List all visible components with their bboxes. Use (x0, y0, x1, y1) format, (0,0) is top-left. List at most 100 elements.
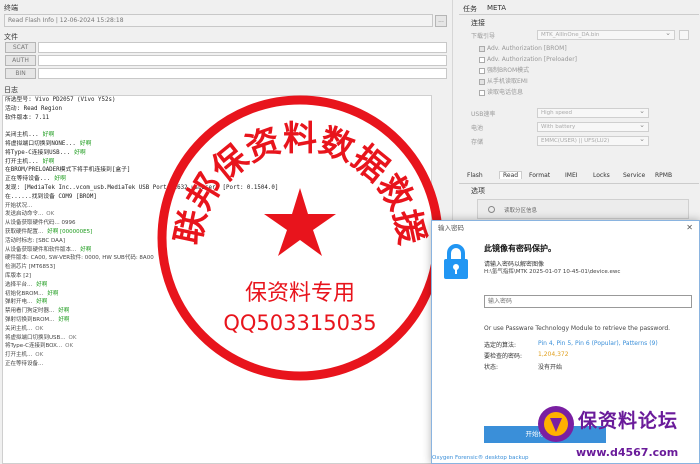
options-checklist: Adv. Authorization [BROM] Adv. Authorizat… (479, 43, 679, 98)
checkbox[interactable] (479, 56, 485, 63)
oxygen-link[interactable]: Oxygen Forensic® desktop backup (432, 455, 529, 461)
file-button-auth[interactable]: AUTH (5, 55, 36, 66)
log-line-text: 检测芯片 [MT6853] (5, 264, 56, 271)
download-label: 下载引导 (471, 33, 496, 40)
dialog-or-text: Or use Passware Technology Module to ret… (484, 325, 671, 332)
usb-select[interactable]: High speed (537, 107, 649, 118)
log-line-text: 禁用看门狗定时器... (5, 308, 55, 315)
tab-read[interactable]: Read (499, 171, 523, 179)
download-select[interactable]: MTK_AllInOne_DA.bin (537, 29, 675, 40)
storage-select[interactable]: EMMC(USER) || UFS(LU2) (537, 135, 649, 146)
option-checkbox-row[interactable]: 读取电话信息 (479, 87, 679, 98)
log-line-text: 所选型号: Vivo PD2057 (Vivo Y52s) (5, 97, 116, 103)
file-button-bin[interactable]: BIN (5, 68, 36, 79)
section-label-log: 日志 (4, 86, 18, 94)
log-line-text: 开始状况... (5, 202, 33, 209)
power-label: 电池 (471, 125, 484, 132)
stamp-center-text: 保资料专用 (245, 281, 355, 306)
log-line-text: 从设备获取硬件和软件版本... (5, 246, 77, 253)
password-input[interactable] (484, 295, 692, 308)
dialog-heading: 此镜像有密码保护。 (484, 244, 556, 253)
log-line-status: 好啊 (74, 149, 86, 156)
tab-flash[interactable]: Flash (467, 172, 483, 179)
checkbox-label: 读取电话信息 (487, 89, 524, 96)
log-line-text: 将Type-C连接到USB... (5, 149, 71, 156)
option-checkbox-row[interactable]: 强制BROM模式 (479, 65, 679, 76)
log-line-status: 好啊 (54, 176, 66, 183)
tab-service[interactable]: Service (623, 172, 645, 179)
checkbox[interactable] (479, 67, 485, 74)
log-line-text: 打开主机... (5, 352, 33, 359)
file-field-auth[interactable] (38, 55, 447, 66)
log-line-text: 从设备获取硬件代码... 0996 (5, 220, 76, 227)
log-line-text: 正在等待设备... (5, 176, 51, 183)
stamp-star (264, 188, 336, 256)
checked-label: 要检查的密码: (484, 353, 523, 360)
log-line-status: OK (65, 343, 74, 350)
file-button-scat[interactable]: SCAT (5, 42, 36, 53)
download-browse-button[interactable] (679, 30, 689, 40)
tab-rpmb[interactable]: RPMB (655, 172, 672, 179)
log-line-status: 好啊 [000000E5] (47, 228, 93, 235)
log-line-status: 好啊 (79, 140, 92, 147)
log-line-text: 在......找到设备 COM9 [BROM] (5, 193, 97, 200)
file-field-bin[interactable] (38, 68, 447, 79)
algo-value[interactable]: Pin 4, Pin 5, Pin 6 (Popular), Patterns … (538, 340, 658, 347)
option-checkbox-row[interactable]: 从手机读取EMI (479, 76, 679, 87)
dialog-path: H:\氢气指挥\MTK 2025-01-07 10-45-01\device.e… (484, 269, 621, 275)
usb-label: USB速率 (471, 111, 496, 118)
checkbox[interactable] (479, 89, 485, 96)
close-icon[interactable]: ✕ (686, 223, 693, 232)
section-label-file: 文件 (4, 33, 18, 41)
log-line-status: OK (35, 352, 44, 359)
read-info-icon (488, 206, 495, 213)
options-label: 选项 (471, 187, 485, 195)
log-line-text: 库版本 [2] (5, 272, 32, 279)
device-select[interactable]: Read Flash Info | 12-06-2024 15:28:18 (4, 14, 433, 27)
dialog-title: 输入密码 (432, 221, 699, 235)
log-line-text: 关闭主机... (5, 325, 33, 332)
red-seal-stamp: 联邦保资料数据救援 保资料专用 QQ503315035 (157, 95, 443, 381)
log-line-text: 获取硬件配置... (5, 228, 44, 235)
log-line-text: 将虚拟端口切换到NONE... (5, 140, 76, 147)
tab-meta[interactable]: META (487, 4, 506, 12)
option-checkbox-row[interactable]: Adv. Authorization [BROM] (479, 43, 679, 54)
log-line-status: 好啊 (58, 308, 70, 315)
file-field-scat[interactable] (38, 42, 447, 53)
log-line-status: 好啊 (42, 132, 55, 139)
log-line-text: 弹射切换到BROM... (5, 316, 55, 323)
forum-watermark-logo: 保资料论坛 www.d4567.com (530, 388, 700, 464)
log-line-text: 将虚拟端口切换到USB... (5, 334, 66, 341)
storage-label: 存储 (471, 139, 484, 146)
tab-tasks[interactable]: 任务 (463, 4, 477, 14)
log-line-text: 硬件版本: CA00, SW-VER软件: 0000, HW SUB代码: 8A… (5, 255, 154, 262)
watermark-title: 保资料论坛 (578, 410, 679, 432)
watermark-url: www.d4567.com (576, 446, 679, 459)
log-line-text: 初始化BROM... (5, 290, 44, 297)
log-line-status: OK (35, 325, 44, 332)
option-checkbox-row[interactable]: Adv. Authorization [Preloader] (479, 54, 679, 65)
checkbox[interactable] (479, 78, 485, 85)
log-line-status: 好啊 (36, 281, 48, 288)
stamp-qq-text: QQ503315035 (223, 311, 376, 335)
log-line-status: 好啊 (36, 299, 48, 306)
read-info-button[interactable]: 读取分区信息 (477, 199, 689, 219)
log-line-text: 在BROM/PRELOADER模式下将手机连接到[盒子] (5, 167, 131, 174)
checkbox[interactable] (479, 45, 485, 52)
browse-button[interactable]: ... (435, 15, 447, 27)
log-line-text: 选择平台... (5, 281, 33, 288)
algo-label: 选定的算法: (484, 342, 517, 349)
checkbox-label: Adv. Authorization [BROM] (487, 45, 567, 52)
watermark-emblem-icon (538, 406, 574, 442)
checkbox-label: 强制BROM模式 (487, 67, 530, 74)
section-label-terminal: 终端 (4, 4, 18, 12)
log-line-text: 活动时标志: [SBC DAA] (5, 237, 65, 244)
tab-imei[interactable]: IMEI (565, 172, 578, 179)
tab-format[interactable]: Format (529, 172, 550, 179)
checkbox-label: Adv. Authorization [Preloader] (487, 56, 578, 63)
log-line-status: 好啊 (42, 158, 55, 165)
log-line-status: OK (68, 334, 77, 341)
power-select[interactable]: With battery (537, 121, 649, 132)
status-label: 状态: (484, 364, 499, 371)
tab-locks[interactable]: Locks (593, 172, 610, 179)
